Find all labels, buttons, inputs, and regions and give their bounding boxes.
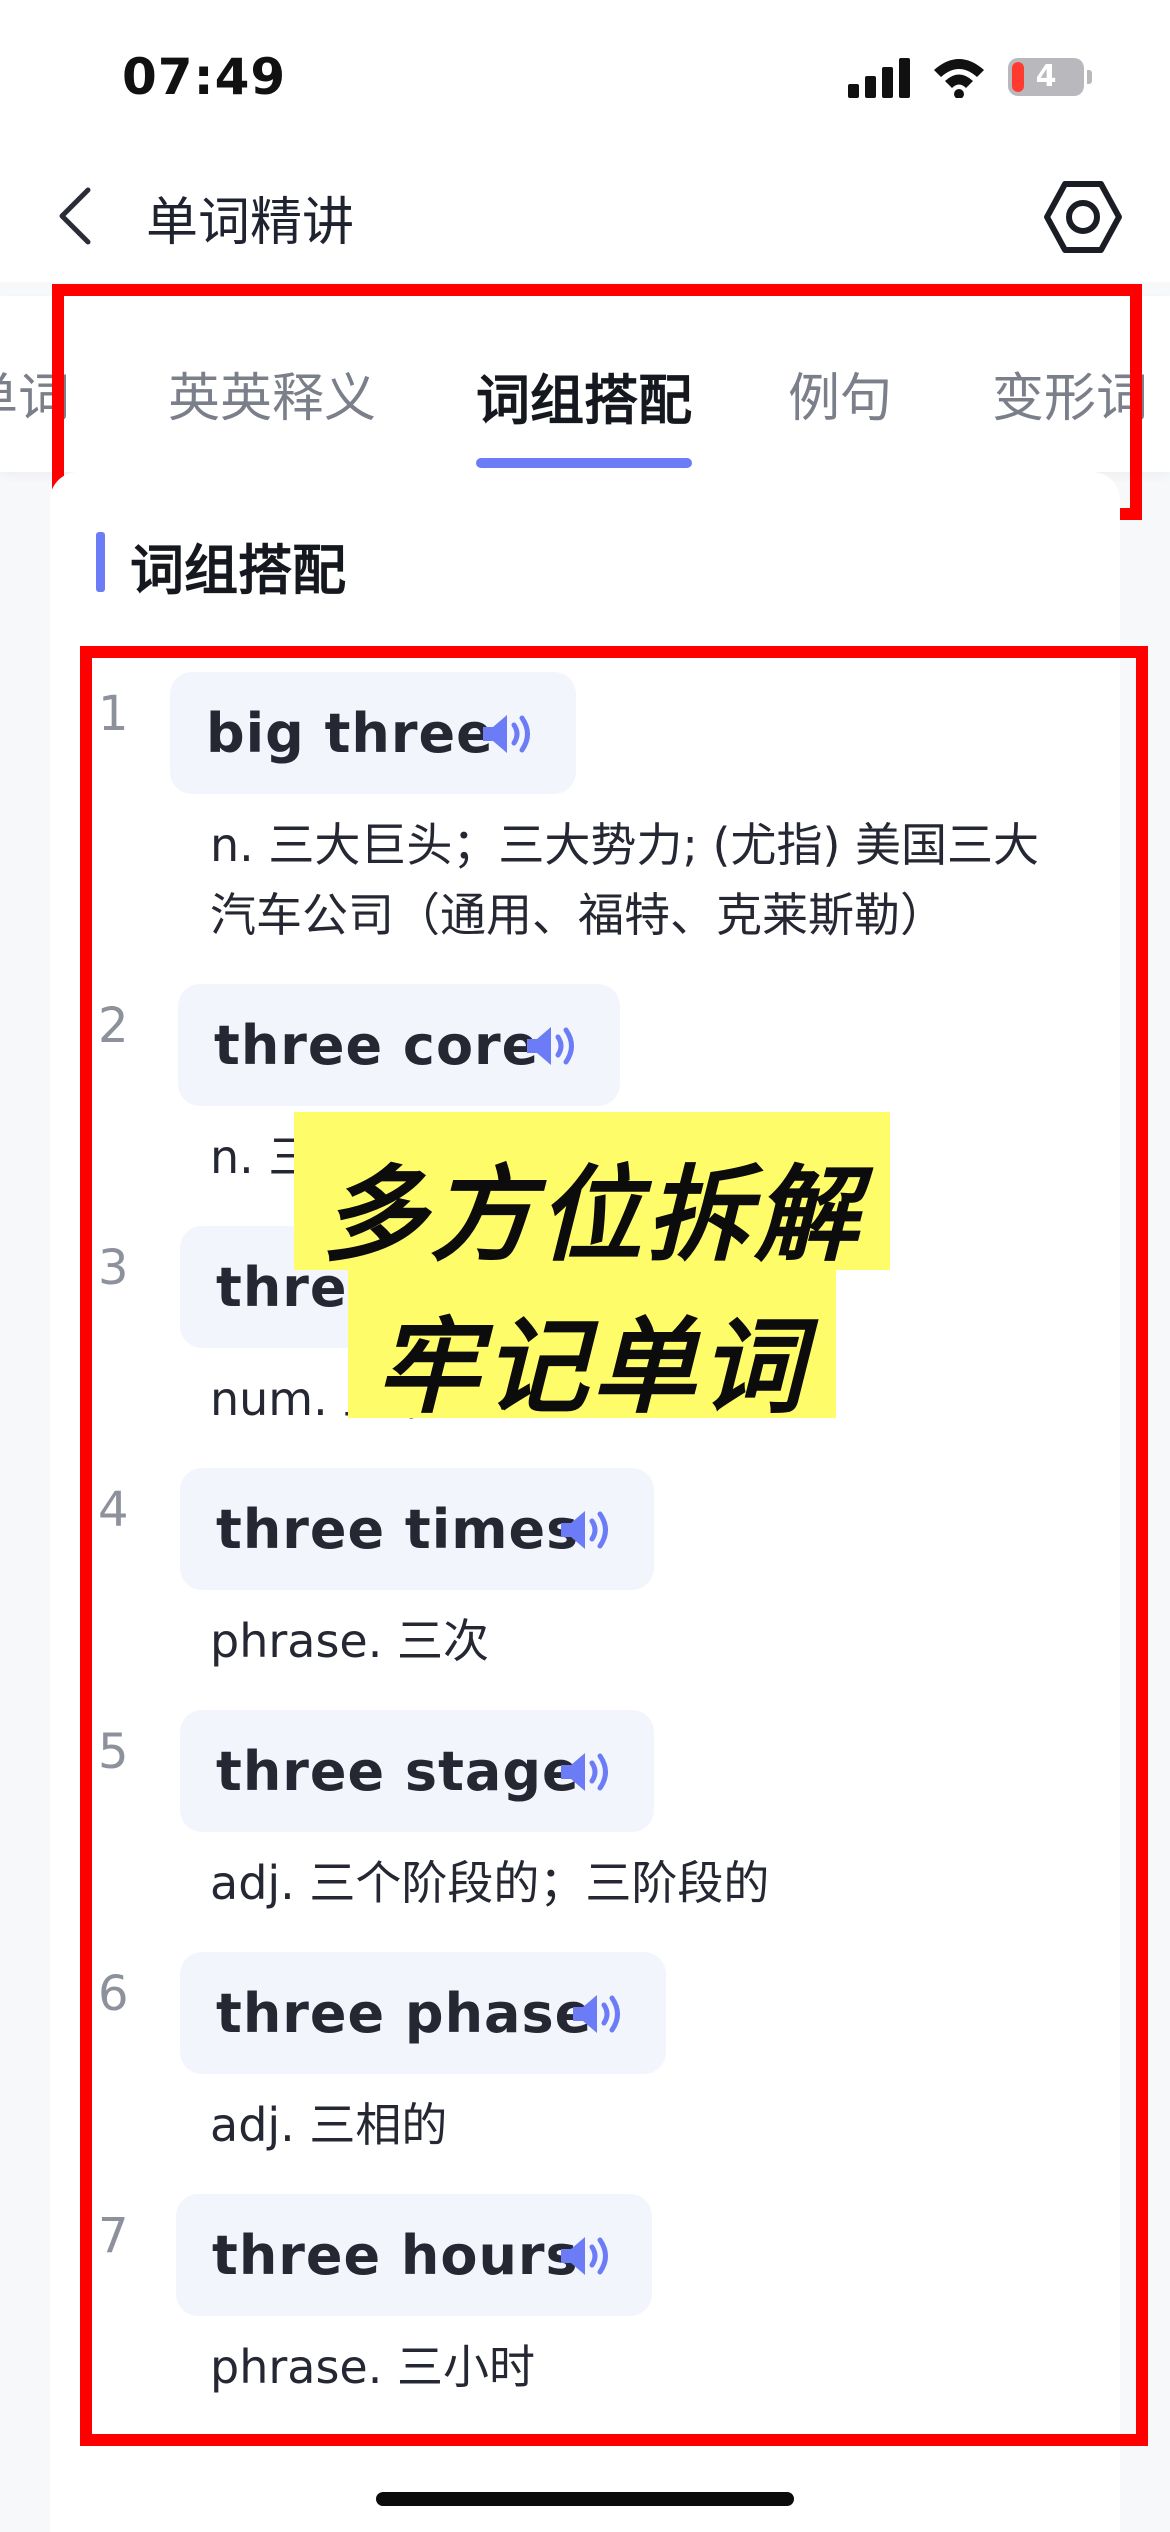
overlay-banner-line2: 牢记单词 (348, 1270, 836, 1428)
nav-bar: 单词精讲 (0, 150, 1170, 282)
battery-icon: 4 (1008, 58, 1084, 96)
status-bar: 07:49 4 (0, 0, 1170, 150)
home-indicator[interactable] (376, 2492, 794, 2506)
section-title: 词组搭配 (130, 539, 346, 602)
overlay-text-line2: 牢记单词 (375, 1306, 808, 1428)
list-highlight-box (80, 646, 1148, 2446)
wifi-icon (934, 59, 984, 98)
battery-level: 4 (1035, 59, 1057, 94)
cellular-signal-icon (848, 58, 912, 98)
section-accent-bar (96, 532, 105, 592)
page-title: 单词精讲 (146, 193, 355, 253)
status-time: 07:49 (122, 48, 287, 106)
hexagon-settings-icon[interactable] (1042, 176, 1124, 258)
overlay-banner-line1: 多方位拆解 (294, 1112, 890, 1276)
overlay-text-line1: 多方位拆解 (321, 1154, 862, 1276)
chevron-left-icon[interactable] (44, 176, 114, 256)
battery-tip (1087, 70, 1092, 84)
